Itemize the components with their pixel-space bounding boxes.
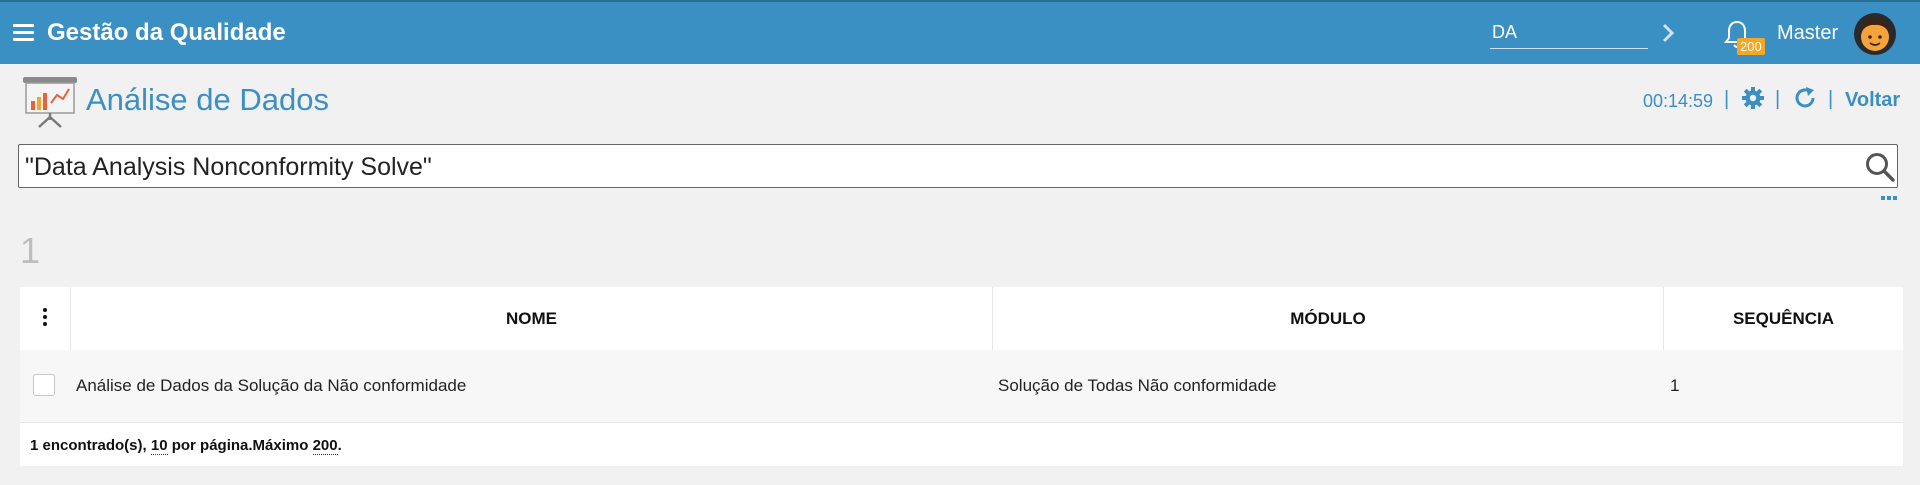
chevron-right-icon[interactable] <box>1660 20 1678 46</box>
table-header: NOME MÓDULO SEQUÊNCIA <box>20 287 1903 351</box>
more-options-icon[interactable] <box>1881 194 1897 202</box>
max-selector[interactable]: 200 <box>312 437 338 455</box>
back-button[interactable]: Voltar <box>1845 89 1900 112</box>
result-count: 1 <box>20 230 41 271</box>
cell-sequencia: 1 <box>1670 376 1680 395</box>
row-checkbox[interactable] <box>33 374 55 396</box>
presentation-chart-icon <box>23 77 77 128</box>
column-header-modulo[interactable]: MÓDULO <box>992 287 1663 350</box>
gear-icon[interactable] <box>1741 86 1765 110</box>
notification-badge: 200 <box>1737 38 1765 55</box>
search-icon[interactable] <box>1864 151 1896 183</box>
cell-nome: Análise de Dados da Solução da Não confo… <box>76 376 467 395</box>
app-title: Gestão da Qualidade <box>47 19 286 46</box>
separator: | <box>1724 88 1730 110</box>
separator: | <box>1828 88 1834 110</box>
session-timer: 00:14:59 <box>1643 91 1714 111</box>
search-input[interactable] <box>23 147 1827 187</box>
column-header-nome[interactable]: NOME <box>70 287 992 350</box>
hamburger-menu-icon[interactable] <box>13 24 34 42</box>
results-table: NOME MÓDULO SEQUÊNCIA Análise de Dados d… <box>20 287 1903 466</box>
cell-modulo: Solução de Todas Não conformidade <box>998 376 1277 395</box>
refresh-icon[interactable] <box>1793 86 1817 110</box>
per-page-label: por página.Máximo <box>167 437 313 454</box>
footer-end: . <box>337 437 342 454</box>
avatar[interactable] <box>1853 12 1897 56</box>
top-bar: Gestão da Qualidade 200 Master <box>0 0 1920 64</box>
page-title: Análise de Dados <box>86 82 329 117</box>
found-count-text: 1 encontrado(s), <box>30 437 151 454</box>
column-header-sequencia[interactable]: SEQUÊNCIA <box>1663 287 1903 350</box>
quick-access-input[interactable] <box>1490 16 1648 49</box>
column-menu-icon[interactable] <box>42 307 48 327</box>
table-row[interactable]: Análise de Dados da Solução da Não confo… <box>20 350 1903 423</box>
search-field <box>18 144 1898 188</box>
per-page-selector[interactable]: 10 <box>150 437 168 455</box>
user-name[interactable]: Master <box>1777 22 1838 45</box>
separator: | <box>1775 88 1781 110</box>
pagination-footer: 1 encontrado(s), 10 por página.Máximo 20… <box>30 437 342 455</box>
